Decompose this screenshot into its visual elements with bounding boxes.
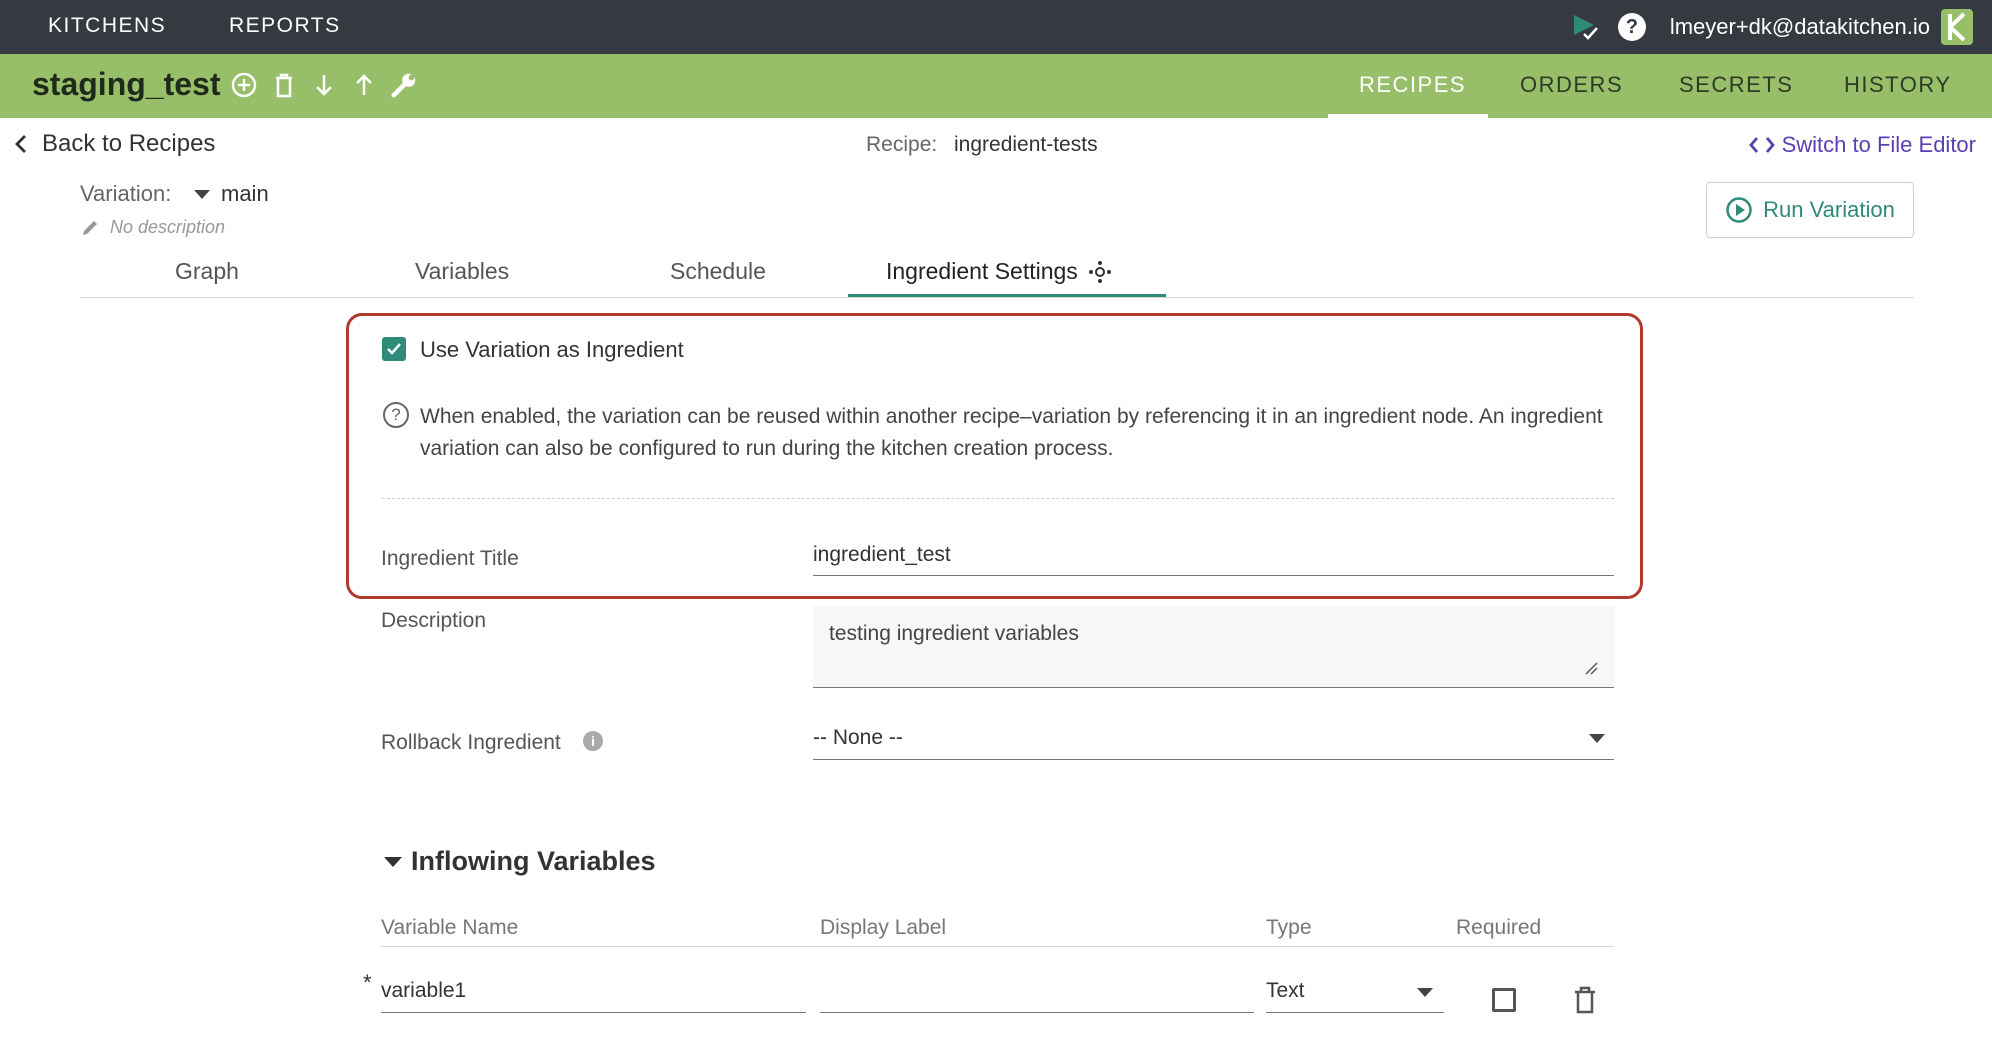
- variable-name-input[interactable]: variable1: [381, 975, 806, 1013]
- resize-handle-icon[interactable]: [1584, 661, 1598, 675]
- arrow-down-icon[interactable]: [310, 70, 338, 100]
- tab-history[interactable]: HISTORY: [1844, 72, 1952, 98]
- dashed-separator: [382, 498, 1614, 499]
- use-variation-as-ingredient-checkbox[interactable]: [382, 337, 406, 361]
- variation-selector[interactable]: main: [221, 181, 269, 207]
- no-description-text: No description: [110, 217, 226, 237]
- info-icon[interactable]: i: [583, 731, 603, 751]
- use-variation-as-ingredient-label[interactable]: Use Variation as Ingredient: [420, 337, 684, 363]
- tab-secrets[interactable]: SECRETS: [1679, 72, 1793, 98]
- tabs-divider: [80, 297, 1914, 298]
- top-right-controls: ? lmeyer+dk@datakitchen.io: [1570, 0, 1992, 54]
- run-variation-button[interactable]: Run Variation: [1706, 182, 1914, 238]
- tab-ingredient-settings-label: Ingredient Settings: [886, 258, 1078, 284]
- tab-graph[interactable]: Graph: [175, 258, 239, 285]
- code-brackets-icon: [1748, 134, 1776, 156]
- trash-icon[interactable]: [270, 70, 298, 100]
- active-tab-underline: [848, 294, 1166, 297]
- ingredient-title-input[interactable]: ingredient_test: [813, 543, 951, 567]
- play-check-icon[interactable]: [1570, 12, 1600, 42]
- user-email[interactable]: lmeyer+dk@datakitchen.io: [1670, 14, 1930, 40]
- back-to-recipes-label: Back to Recipes: [42, 130, 216, 157]
- tab-orders[interactable]: ORDERS: [1520, 72, 1623, 98]
- ingredient-title-label: Ingredient Title: [381, 547, 519, 570]
- collapse-caret-icon[interactable]: [384, 857, 402, 867]
- question-circle-icon: ?: [383, 402, 409, 428]
- recipe-label: Recipe:: [866, 133, 938, 156]
- columns-divider: [381, 946, 1614, 947]
- tab-variables[interactable]: Variables: [415, 258, 509, 285]
- rollback-ingredient-select[interactable]: -- None --: [813, 726, 903, 750]
- kitchen-header-bar: staging_test RECIPES ORDERS SECRETS HIST…: [0, 54, 1992, 118]
- nav-reports[interactable]: REPORTS: [229, 14, 341, 38]
- description-label: Description: [381, 609, 487, 632]
- kitchen-toolbar: [230, 70, 418, 100]
- column-required: Required: [1456, 916, 1542, 939]
- back-to-recipes-link[interactable]: Back to Recipes: [12, 130, 215, 158]
- variation-label: Variation:: [80, 181, 172, 206]
- pencil-icon: [80, 218, 100, 238]
- run-variation-label: Run Variation: [1763, 197, 1895, 222]
- variation-description[interactable]: No description: [80, 217, 225, 238]
- delete-variable-trash-icon[interactable]: [1573, 985, 1597, 1015]
- switch-to-file-editor-label: Switch to File Editor: [1781, 132, 1976, 157]
- required-checkbox[interactable]: [1492, 988, 1516, 1012]
- tab-ingredient-settings[interactable]: Ingredient Settings: [886, 258, 1112, 285]
- kitchen-name[interactable]: staging_test: [32, 66, 220, 103]
- recipe-name: ingredient-tests: [954, 133, 1098, 156]
- wrench-icon[interactable]: [390, 70, 418, 100]
- ingredient-title-underline: [813, 575, 1614, 576]
- help-icon[interactable]: ?: [1617, 13, 1646, 41]
- chevron-left-icon: [12, 132, 30, 156]
- column-display-label: Display Label: [820, 916, 947, 939]
- switch-to-file-editor-link[interactable]: Switch to File Editor: [1748, 132, 1976, 158]
- ingredient-node-icon: [1088, 260, 1112, 284]
- description-text: testing ingredient variables: [829, 622, 1079, 645]
- required-marker: *: [363, 970, 372, 995]
- caret-down-icon[interactable]: [1417, 988, 1433, 997]
- ingredient-help-text: When enabled, the variation can be reuse…: [420, 405, 1603, 460]
- checkmark-icon: [387, 343, 401, 355]
- add-circle-icon[interactable]: [230, 70, 258, 100]
- top-navigation-bar: KITCHENS REPORTS ? lmeyer+dk@datakitchen…: [0, 0, 1992, 54]
- rollback-ingredient-label: Rollback Ingredient: [381, 731, 561, 754]
- column-type: Type: [1266, 916, 1312, 939]
- play-circle-icon: [1725, 196, 1753, 224]
- display-label-input[interactable]: [820, 975, 1254, 1013]
- description-textarea[interactable]: testing ingredient variables: [813, 606, 1614, 688]
- column-variable-name: Variable Name: [381, 916, 519, 939]
- rollback-ingredient-underline: [813, 759, 1614, 760]
- tab-recipes[interactable]: RECIPES: [1359, 72, 1466, 98]
- nav-kitchens[interactable]: KITCHENS: [48, 14, 166, 38]
- active-tab-indicator: [1328, 114, 1488, 118]
- arrow-up-icon[interactable]: [350, 70, 378, 100]
- caret-down-icon[interactable]: [194, 190, 210, 199]
- tab-schedule[interactable]: Schedule: [670, 258, 766, 285]
- caret-down-icon[interactable]: [1589, 734, 1605, 743]
- datakitchen-logo-icon[interactable]: [1940, 8, 1974, 46]
- inflowing-variables-title[interactable]: Inflowing Variables: [411, 846, 656, 877]
